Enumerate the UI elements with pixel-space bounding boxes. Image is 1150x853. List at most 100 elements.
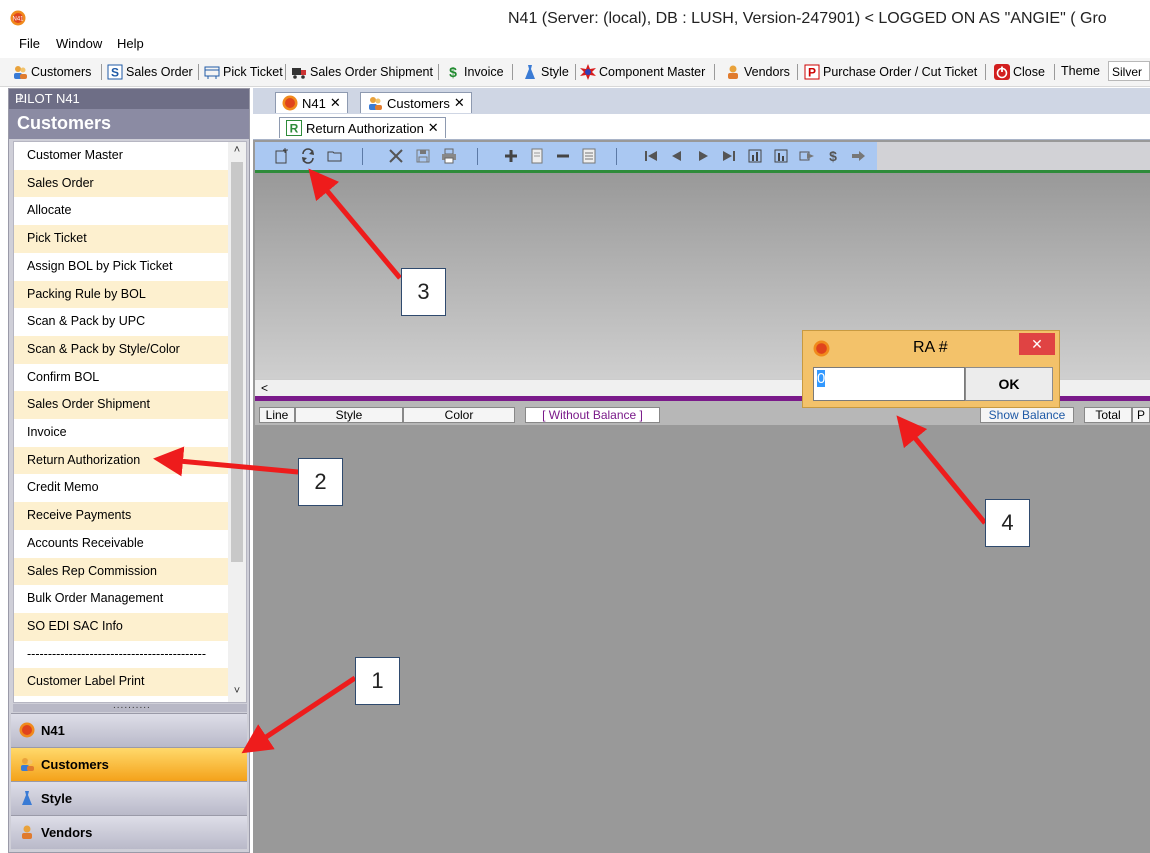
add-plus-icon[interactable] [503, 148, 519, 164]
menu-item-credit-memo[interactable]: Credit Memo [14, 474, 228, 502]
menu-window[interactable]: Window [56, 36, 102, 51]
toolbar-sales-order-button[interactable]: S Sales Order [107, 64, 193, 80]
report-icon[interactable] [747, 148, 763, 164]
save-icon[interactable] [415, 148, 431, 164]
toolbar-pick-ticket-button[interactable]: Pick Ticket [204, 64, 283, 80]
toolbar-style-button[interactable]: Style [522, 64, 569, 80]
toolbar-vendors-button[interactable]: Vendors [725, 64, 790, 80]
chevron-left-icon[interactable]: < [261, 381, 268, 395]
export-icon[interactable] [799, 148, 815, 164]
copy-icon[interactable] [529, 148, 545, 164]
new-record-icon[interactable] [273, 148, 289, 164]
column-line[interactable]: Line [259, 407, 295, 423]
menu-item-packing-rule[interactable]: Packing Rule by BOL [14, 280, 228, 309]
delete-x-icon[interactable] [388, 148, 404, 164]
menu-item-accounts-receivable[interactable]: Accounts Receivable [14, 530, 228, 558]
menu-item-invoice[interactable]: Invoice [14, 419, 228, 447]
list-icon[interactable] [581, 148, 597, 164]
previous-record-icon[interactable] [669, 148, 685, 164]
open-folder-icon[interactable] [327, 148, 343, 164]
splitter-grip: .......... [113, 700, 151, 711]
toolbar-shipment-label: Sales Order Shipment [310, 65, 433, 79]
document-tabs: N41 ✕ Customers ✕ [253, 88, 1150, 114]
nav-button-style[interactable]: Style [11, 781, 247, 815]
exit-door-icon[interactable] [851, 148, 867, 164]
menu-item-assign-bol[interactable]: Assign BOL by Pick Ticket [14, 253, 228, 281]
scrollbar-thumb[interactable] [231, 162, 243, 562]
toolbar-separator [438, 64, 439, 80]
menu-help[interactable]: Help [117, 36, 144, 51]
toolbar-separator [985, 64, 986, 80]
theme-label: Theme [1061, 64, 1100, 78]
dialog-close-button[interactable]: ✕ [1019, 333, 1055, 355]
menu-item-sales-rep-commission[interactable]: Sales Rep Commission [14, 557, 228, 586]
refresh-icon[interactable] [300, 148, 316, 164]
menu-list-scrollbar[interactable]: ˄ ˅ [228, 142, 246, 702]
ok-button[interactable]: OK [965, 367, 1053, 401]
toolbar-purchase-order-label: Purchase Order / Cut Ticket [823, 65, 978, 79]
svg-text:P: P [808, 66, 816, 80]
column-style[interactable]: Style [295, 407, 403, 423]
nav-button-vendors[interactable]: Vendors [11, 815, 247, 849]
ra-number-input[interactable]: 0 [813, 367, 965, 401]
menu-file[interactable]: File [19, 36, 40, 51]
last-record-icon[interactable] [721, 148, 737, 164]
toolbar-close-button[interactable]: Close [994, 64, 1045, 80]
toolbar-purchase-order-button[interactable]: P Purchase Order / Cut Ticket [804, 64, 977, 80]
close-icon[interactable]: ✕ [454, 95, 465, 111]
column-color[interactable]: Color [403, 407, 515, 423]
theme-select[interactable]: Silver [1108, 61, 1150, 81]
toolbar-customers-button[interactable]: Customers [12, 64, 91, 80]
toolbar-component-master-button[interactable]: Component Master [580, 64, 705, 80]
menu-item-sales-order[interactable]: Sales Order [14, 169, 228, 198]
menu-item-so-edi-sac-info[interactable]: SO EDI SAC Info [14, 612, 228, 641]
menu-item-return-authorization[interactable]: Return Authorization [14, 446, 228, 475]
chevron-down-icon[interactable]: ˅ [231, 685, 243, 697]
menu-item-confirm-bol[interactable]: Confirm BOL [14, 364, 228, 392]
toolbar-style-label: Style [541, 65, 569, 79]
nav-button-n41[interactable]: N41 [11, 713, 247, 747]
toolbar-component-master-label: Component Master [599, 65, 706, 79]
customers-icon [14, 66, 27, 79]
nav-button-customers[interactable]: Customers [11, 747, 247, 781]
toolbar-close-label: Close [1013, 65, 1045, 79]
chevron-up-icon[interactable]: ˄ [231, 144, 243, 156]
close-icon[interactable]: ✕ [428, 120, 439, 136]
next-record-icon[interactable] [695, 148, 711, 164]
show-balance-button[interactable]: Show Balance [980, 407, 1074, 423]
tab-n41-label: N41 [302, 95, 326, 111]
svg-text:S: S [111, 66, 119, 80]
toolbar-customers-label: Customers [31, 65, 92, 79]
first-record-icon[interactable] [643, 148, 659, 164]
close-icon[interactable]: ✕ [330, 95, 341, 111]
customers-icon [21, 758, 34, 771]
menu-item-scan-pack-style[interactable]: Scan & Pack by Style/Color [14, 335, 228, 364]
sub-tabs: R Return Authorization ✕ [253, 114, 1150, 140]
pane-splitter[interactable]: .......... [13, 700, 247, 712]
pin-icon[interactable]: ⊥ [15, 91, 243, 105]
window-title: N41 (Server: (local), DB : LUSH, Version… [508, 10, 1107, 27]
menu-item-bulk-order-management[interactable]: Bulk Order Management [14, 585, 228, 613]
menu-item-pick-ticket[interactable]: Pick Ticket [14, 225, 228, 253]
toolbar-pick-ticket-label: Pick Ticket [223, 65, 283, 79]
menu-item-receive-payments[interactable]: Receive Payments [14, 502, 228, 530]
menu-item-allocate[interactable]: Allocate [14, 197, 228, 225]
menu-item-customer-master[interactable]: Customer Master [14, 142, 228, 170]
menu-item-customer-label-print[interactable]: Customer Label Print [14, 668, 228, 696]
price-dollar-icon[interactable]: $ [825, 148, 841, 164]
tab-n41[interactable]: N41 ✕ [275, 92, 348, 113]
tab-customers[interactable]: Customers ✕ [360, 92, 472, 113]
column-total[interactable]: Total [1084, 407, 1132, 423]
tab-return-authorization[interactable]: R Return Authorization ✕ [279, 117, 446, 138]
report-alt-icon[interactable] [773, 148, 789, 164]
menu-item-sales-order-shipment[interactable]: Sales Order Shipment [14, 391, 228, 419]
toolbar-sales-order-shipment-button[interactable]: Sales Order Shipment [291, 64, 433, 80]
menu-item-scan-pack-upc[interactable]: Scan & Pack by UPC [14, 308, 228, 336]
column-p[interactable]: P [1132, 407, 1150, 423]
remove-minus-icon[interactable] [555, 148, 571, 164]
shipment-icon [292, 68, 306, 79]
toolbar-separator [1054, 64, 1055, 80]
toolbar-invoice-button[interactable]: $ Invoice [445, 64, 504, 80]
without-balance-button[interactable]: [ Without Balance ] [525, 407, 660, 423]
print-icon[interactable] [441, 148, 457, 164]
